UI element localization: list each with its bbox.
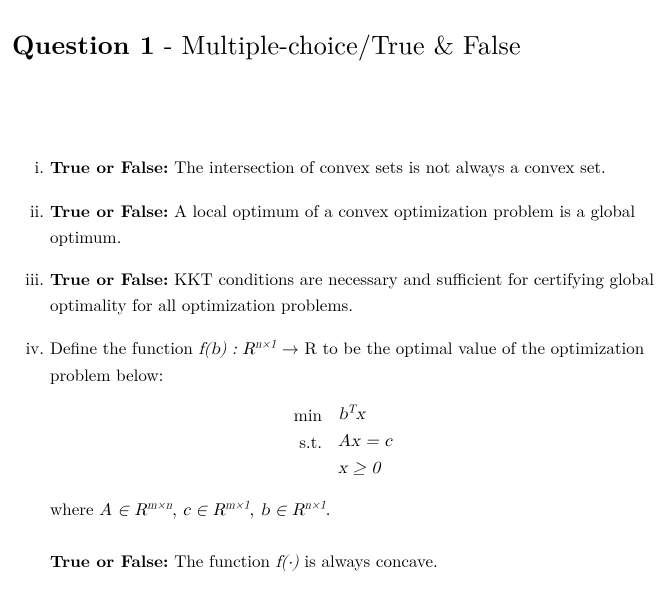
st-body: Ax = c (338, 428, 428, 455)
page: Question 1 - Multiple-choice/True & Fals… (0, 0, 672, 614)
where-a: where (50, 496, 99, 520)
constraint-row: s.t. Ax = c (50, 428, 654, 455)
where-b: b ∈ Rn×1 (260, 502, 326, 519)
c-base: c ∈ R (182, 502, 225, 519)
nonneg-body: x ≥ 0 (338, 455, 428, 482)
question-title: Question 1 - Multiple-choice/True & Fals… (12, 25, 654, 62)
tf-label: True or False: (50, 155, 168, 179)
where-A: A ∈ Rm×n (99, 502, 172, 519)
where-c: c ∈ Rm×1 (182, 502, 249, 519)
A-base: A ∈ R (99, 502, 147, 519)
item-ii: True or False: A local optimum of a conv… (12, 198, 654, 248)
iv-final: True or False: The function f(·) is alwa… (50, 548, 654, 576)
question-list: True or False: The intersection of conve… (12, 154, 654, 575)
b-base: b ∈ R (260, 502, 305, 519)
min-x: x (356, 406, 365, 423)
final-text-a: The function (168, 548, 275, 572)
st-lead: s.t. (276, 428, 322, 455)
objective-row: min bTx (50, 401, 654, 428)
b-sup: n×1 (305, 501, 326, 512)
min-sup: T (347, 404, 355, 415)
item-iii: True or False: KKT conditions are necess… (12, 266, 654, 316)
final-text-b: is always concave. (299, 548, 438, 572)
tf-label: True or False: (50, 199, 168, 223)
title-rest: - Multiple-choice/True & False (155, 25, 521, 62)
item-text: The intersection of convex sets is not a… (168, 154, 605, 178)
item-iv: Define the function f(b) : Rn×1 → R to b… (12, 335, 654, 576)
period: . (326, 496, 331, 520)
iv-intro-a: Define the function (50, 335, 199, 359)
func-arrow: → R (276, 341, 317, 358)
comma2: , (250, 496, 260, 520)
tf-label: True or False: (50, 267, 168, 291)
title-number: Question 1 (12, 25, 155, 62)
A-sup: m×n (147, 501, 172, 512)
comma1: , (172, 496, 182, 520)
optimization-block: min bTx s.t. Ax = c x ≥ 0 (50, 401, 654, 483)
c-sup: m×1 (225, 501, 249, 512)
where-line: where A ∈ Rm×n, c ∈ Rm×1, b ∈ Rn×1. (50, 496, 654, 524)
min-lead: min (276, 401, 322, 428)
item-i: True or False: The intersection of conve… (12, 154, 654, 180)
func-base: f(b) : R (199, 341, 255, 358)
func-sup: n×1 (255, 339, 276, 350)
min-body: bTx (338, 401, 428, 428)
nonneg-row: x ≥ 0 (50, 455, 654, 482)
tf-label: True or False: (50, 549, 168, 573)
final-func: f(·) (276, 554, 299, 571)
blank-lead (276, 455, 322, 482)
iv-func: f(b) : Rn×1 → R (199, 341, 317, 358)
